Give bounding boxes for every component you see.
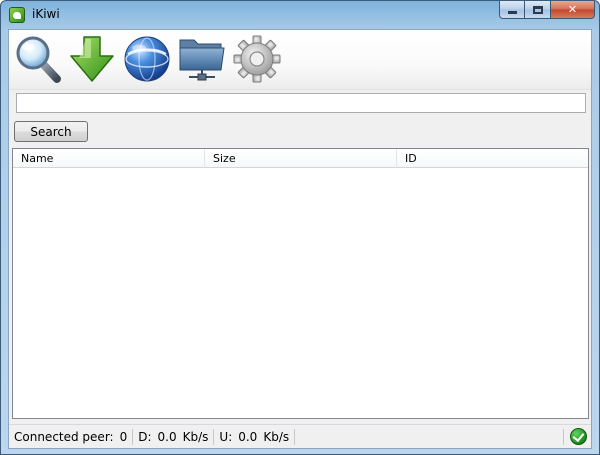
download-speed-unit: Kb/s — [182, 429, 209, 444]
results-list[interactable]: Name Size ID — [12, 148, 589, 419]
network-globe-icon — [124, 36, 170, 82]
toolbar-settings-button[interactable] — [232, 34, 282, 84]
minimize-button[interactable] — [499, 1, 525, 19]
column-header-size[interactable]: Size — [205, 149, 397, 168]
download-label: D: — [138, 429, 152, 444]
results-list-header: Name Size ID — [13, 149, 588, 168]
upload-speed-unit: Kb/s — [263, 429, 290, 444]
app-logo-icon — [9, 7, 25, 23]
search-input[interactable] — [16, 93, 586, 113]
toolbar-network-button[interactable] — [122, 34, 172, 84]
title-bar[interactable]: iKiwi ✕ — [1, 1, 599, 29]
toolbar-shared-folder-button[interactable] — [177, 34, 227, 84]
download-speed-value: 0.0 — [157, 429, 177, 444]
toolbar — [9, 30, 591, 90]
connected-peer-status: Connected peer: 0 — [9, 428, 134, 445]
settings-gear-icon — [233, 35, 281, 83]
column-header-name[interactable]: Name — [13, 149, 205, 168]
upload-speed-status: U: 0.0 Kb/s — [214, 428, 296, 445]
app-window: iKiwi ✕ Search Name Size ID Connected pe… — [0, 0, 600, 455]
window-title: iKiwi — [32, 7, 60, 21]
connected-check-icon — [570, 428, 587, 445]
status-bar: Connected peer: 0 D: 0.0 Kb/s U: 0.0 Kb/s — [9, 424, 591, 448]
window-controls: ✕ — [499, 1, 595, 19]
download-speed-status: D: 0.0 Kb/s — [133, 428, 215, 445]
status-divider — [563, 429, 564, 445]
connected-peer-count: 0 — [119, 429, 128, 444]
main-panel: Search Name Size ID Connected peer: 0 D: 0… — [8, 29, 592, 449]
search-button[interactable]: Search — [14, 121, 88, 142]
maximize-button[interactable] — [525, 1, 551, 19]
maximize-icon — [532, 5, 543, 14]
toolbar-search-button[interactable] — [13, 34, 63, 84]
search-icon — [16, 36, 61, 83]
upload-speed-value: 0.0 — [238, 429, 258, 444]
close-icon: ✕ — [567, 3, 578, 16]
minimize-icon — [507, 11, 517, 14]
search-button-label: Search — [30, 124, 72, 139]
upload-label: U: — [219, 429, 233, 444]
shared-folder-icon — [179, 39, 225, 81]
download-icon — [70, 36, 114, 82]
toolbar-download-button[interactable] — [67, 34, 117, 84]
close-button[interactable]: ✕ — [551, 1, 595, 19]
connected-peer-label: Connected peer: — [14, 429, 114, 444]
column-header-id[interactable]: ID — [397, 149, 588, 168]
